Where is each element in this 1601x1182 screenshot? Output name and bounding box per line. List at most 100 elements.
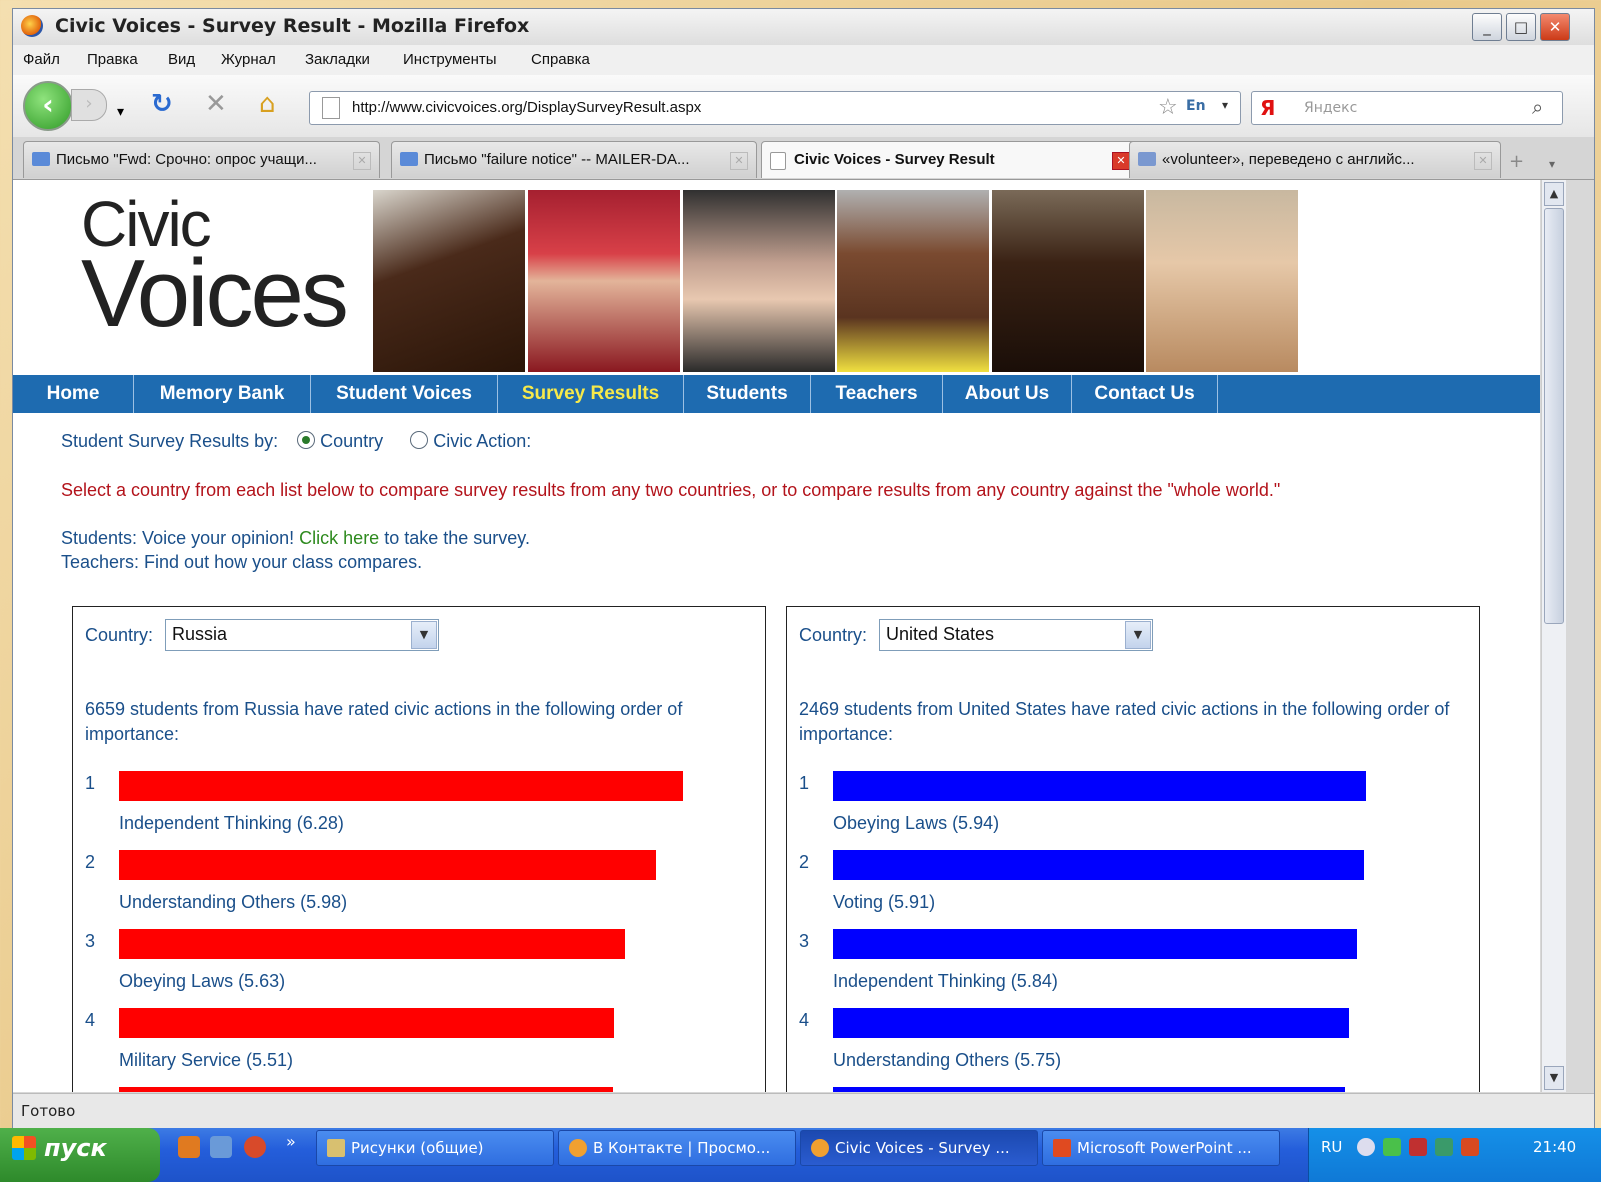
close-button[interactable]: ✕ [1540, 13, 1570, 41]
rank-number: 2 [85, 852, 96, 872]
clock: 21:40 [1533, 1138, 1577, 1156]
tab-close-icon[interactable]: ✕ [730, 152, 748, 170]
menu-edit[interactable]: Правка [87, 51, 138, 68]
yandex-logo-icon[interactable]: Я [1260, 96, 1275, 120]
network-icon[interactable] [1409, 1138, 1427, 1156]
taskbar-item-pictures[interactable]: Рисунки (общие) [316, 1130, 554, 1166]
start-button[interactable]: пуск [0, 1128, 160, 1182]
scroll-down-icon[interactable]: ▼ [1544, 1066, 1564, 1090]
bookmark-star-icon[interactable]: ☆ [1158, 95, 1178, 120]
scrollbar-thumb[interactable] [1544, 208, 1564, 624]
quicklaunch-icon[interactable] [178, 1136, 200, 1158]
home-icon[interactable]: ⌂ [259, 91, 276, 117]
powerpoint-icon [1053, 1139, 1071, 1157]
tray-arrow-icon[interactable] [1357, 1138, 1375, 1156]
menu-help[interactable]: Справка [531, 51, 590, 68]
menu-view[interactable]: Вид [168, 51, 195, 68]
quicklaunch-icon[interactable] [244, 1136, 266, 1158]
tab-close-icon[interactable]: ✕ [1474, 152, 1492, 170]
tray-app-icon[interactable] [1435, 1138, 1453, 1156]
tab-translate[interactable]: «volunteer», переведено с английс... ✕ [1129, 141, 1501, 178]
antivirus-icon[interactable] [1383, 1138, 1401, 1156]
country-select[interactable]: United States ▼ [879, 619, 1153, 651]
taskbar-item-vkontakte[interactable]: В Контакте | Просмо... [558, 1130, 796, 1166]
stop-icon[interactable]: ✕ [205, 91, 227, 117]
tab-civic-voices[interactable]: Civic Voices - Survey Result ✕ [761, 141, 1139, 178]
score-bar [833, 771, 1366, 801]
country-label: Country: [799, 625, 868, 645]
minimize-button[interactable]: _ [1472, 13, 1502, 41]
vertical-scrollbar[interactable]: ▲ ▼ [1541, 180, 1566, 1092]
radio-country[interactable] [297, 431, 316, 449]
nav-students[interactable]: Students [684, 375, 811, 413]
civic-action-label: Independent Thinking (5.84) [833, 971, 1058, 991]
nav-teachers[interactable]: Teachers [811, 375, 943, 413]
translate-icon [1138, 152, 1156, 166]
civic-action-label: Obeying Laws (5.94) [833, 813, 1000, 833]
menu-bookmarks[interactable]: Закладки [305, 51, 370, 68]
menu-history[interactable]: Журнал [221, 51, 276, 68]
history-dropdown-icon[interactable]: ▾ [117, 99, 124, 125]
tab-mail-2[interactable]: Письмо "failure notice" -- MAILER-DA... … [391, 141, 757, 178]
menu-file[interactable]: Файл [23, 51, 60, 68]
nav-student-voices[interactable]: Student Voices [311, 375, 498, 413]
nav-survey-results[interactable]: Survey Results [498, 375, 684, 413]
nav-home[interactable]: Home [13, 375, 134, 413]
student-photo [683, 190, 835, 372]
radio-country-option[interactable]: Country [297, 431, 383, 451]
new-tab-icon[interactable]: + [1509, 149, 1524, 175]
maximize-button[interactable]: □ [1506, 13, 1536, 41]
language-indicator[interactable]: En [1186, 98, 1206, 114]
tab-close-icon[interactable]: ✕ [353, 152, 371, 170]
browser-window: Civic Voices - Survey Result - Mozilla F… [12, 8, 1595, 1130]
scroll-up-icon[interactable]: ▲ [1544, 182, 1564, 206]
radio-civic-action[interactable] [410, 431, 429, 449]
quicklaunch-more-icon[interactable]: » [286, 1132, 296, 1151]
address-bar[interactable]: http://www.civicvoices.org/DisplaySurvey… [309, 91, 1241, 125]
menu-tools[interactable]: Инструменты [403, 51, 497, 68]
civic-action-label: Independent Thinking (6.28) [119, 813, 344, 833]
chevron-down-icon[interactable]: ▼ [411, 621, 437, 649]
search-icon[interactable]: ⌕ [1532, 95, 1543, 119]
status-text: Готово [21, 1102, 76, 1120]
volume-icon[interactable] [1461, 1138, 1479, 1156]
rank-number: 4 [85, 1010, 96, 1030]
tab-label: Письмо "failure notice" -- MAILER-DA... [424, 151, 690, 168]
back-button[interactable]: ‹ [23, 81, 73, 131]
radio-country-label[interactable]: Country [320, 431, 383, 451]
reload-icon[interactable]: ↻ [151, 91, 173, 117]
forward-button[interactable]: › [71, 89, 107, 121]
site-logo[interactable]: Civic Voices [81, 192, 349, 342]
radio-civic-option[interactable]: Civic Action: [410, 431, 531, 451]
tab-list-icon[interactable]: ▾ [1549, 151, 1555, 177]
windows-flag-icon [12, 1136, 36, 1160]
search-placeholder: Яндекс [1304, 100, 1358, 116]
mail-icon [32, 152, 50, 166]
country-select[interactable]: Russia ▼ [165, 619, 439, 651]
search-bar[interactable]: Я Яндекс ⌕ [1251, 91, 1563, 125]
nav-about-us[interactable]: About Us [943, 375, 1072, 413]
firefox-icon [569, 1139, 587, 1157]
score-bar [833, 929, 1357, 959]
students-line: Students: Voice your opinion! Click here… [61, 528, 530, 549]
tab-label: Письмо "Fwd: Срочно: опрос учащи... [56, 151, 317, 168]
url-text[interactable]: http://www.civicvoices.org/DisplaySurvey… [352, 99, 701, 116]
taskbar-item-civic-voices[interactable]: Civic Voices - Survey ... [800, 1130, 1038, 1166]
student-photo [837, 190, 989, 372]
country-select-value: United States [886, 624, 995, 644]
taskbar-item-powerpoint[interactable]: Microsoft PowerPoint ... [1042, 1130, 1280, 1166]
radio-civic-label[interactable]: Civic Action: [433, 431, 531, 451]
take-survey-link[interactable]: Click here [299, 528, 379, 548]
keyboard-language[interactable]: RU [1321, 1138, 1342, 1156]
chevron-down-icon[interactable]: ▼ [1125, 621, 1151, 649]
nav-memory-bank[interactable]: Memory Bank [134, 375, 311, 413]
civic-action-label: Understanding Others (5.98) [119, 892, 348, 912]
tab-mail-1[interactable]: Письмо "Fwd: Срочно: опрос учащи... ✕ [23, 141, 380, 178]
rank-number: 1 [799, 773, 810, 793]
tab-close-icon[interactable]: ✕ [1112, 152, 1130, 170]
nav-contact-us[interactable]: Contact Us [1072, 375, 1218, 413]
quicklaunch-icon[interactable] [210, 1136, 232, 1158]
rank-number: 5 [799, 1089, 809, 1092]
page-icon [322, 97, 340, 119]
url-dropdown-icon[interactable]: ▾ [1222, 98, 1228, 112]
